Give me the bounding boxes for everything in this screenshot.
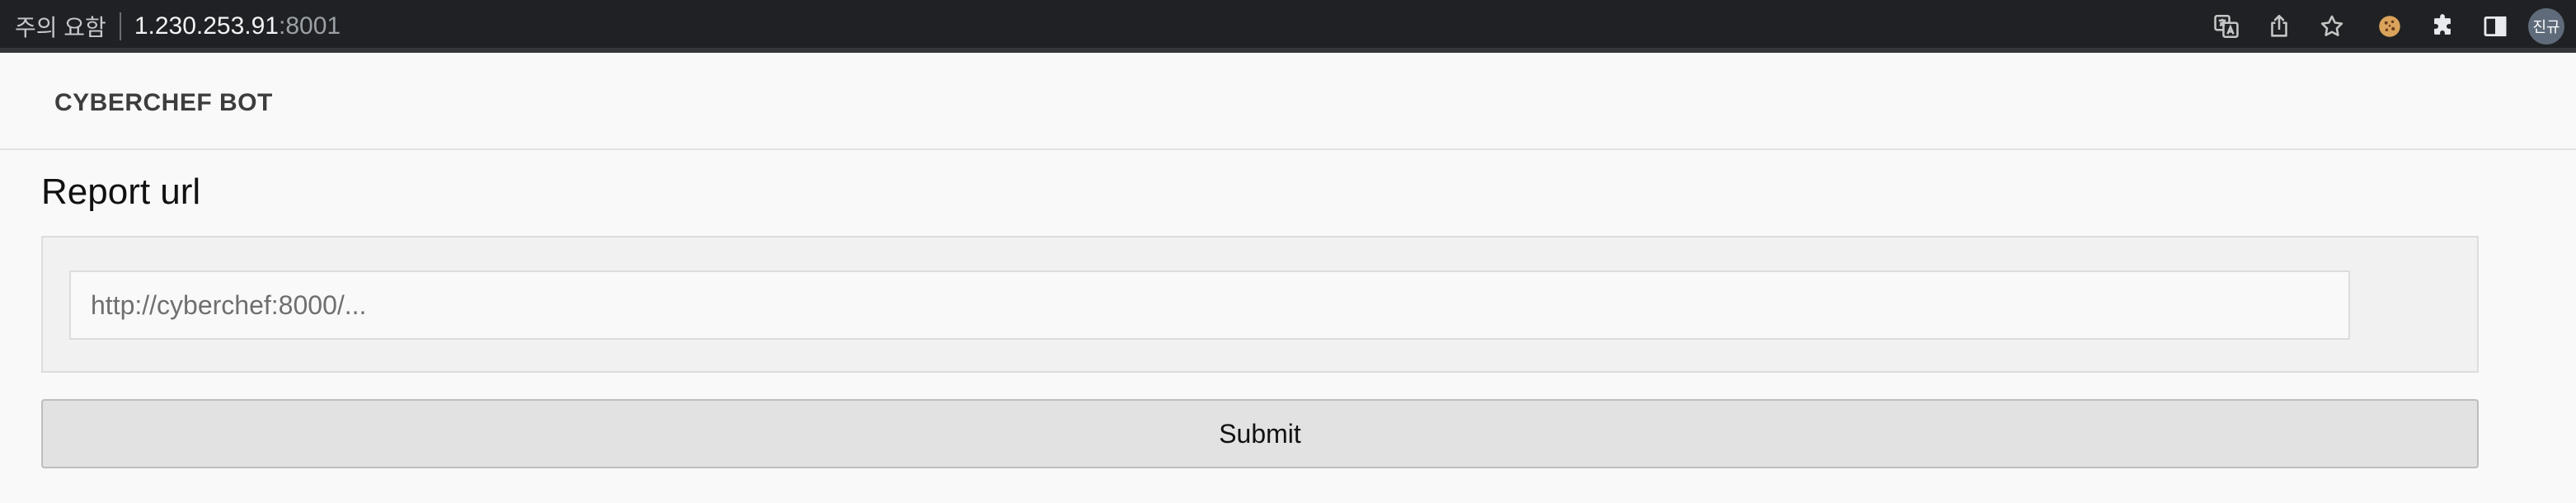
navbar: CYBERCHEF BOT xyxy=(0,58,2576,150)
extensions-icon[interactable] xyxy=(2416,0,2469,53)
share-icon[interactable] xyxy=(2253,0,2306,53)
browser-toolbar: 주의 요함 1.230.253.91:8001 진규 xyxy=(0,0,2576,53)
url-port[interactable]: :8001 xyxy=(279,12,341,40)
browser-actions: 진규 xyxy=(2200,0,2576,53)
address-separator xyxy=(119,12,121,40)
cookie-icon[interactable] xyxy=(2363,0,2416,53)
submit-button[interactable]: Submit xyxy=(41,399,2479,468)
page-title: Report url xyxy=(41,172,201,212)
star-icon[interactable] xyxy=(2306,0,2358,53)
address-bar[interactable]: 주의 요함 1.230.253.91:8001 xyxy=(15,0,341,53)
navbar-brand[interactable]: CYBERCHEF BOT xyxy=(54,89,273,117)
url-host[interactable]: 1.230.253.91 xyxy=(134,12,279,40)
sidepanel-icon[interactable] xyxy=(2469,0,2522,53)
translate-icon[interactable] xyxy=(2200,0,2253,53)
security-indicator[interactable]: 주의 요함 xyxy=(15,10,106,43)
report-url-input[interactable] xyxy=(69,270,2350,340)
report-form xyxy=(41,236,2479,373)
profile-avatar[interactable]: 진규 xyxy=(2528,8,2564,45)
